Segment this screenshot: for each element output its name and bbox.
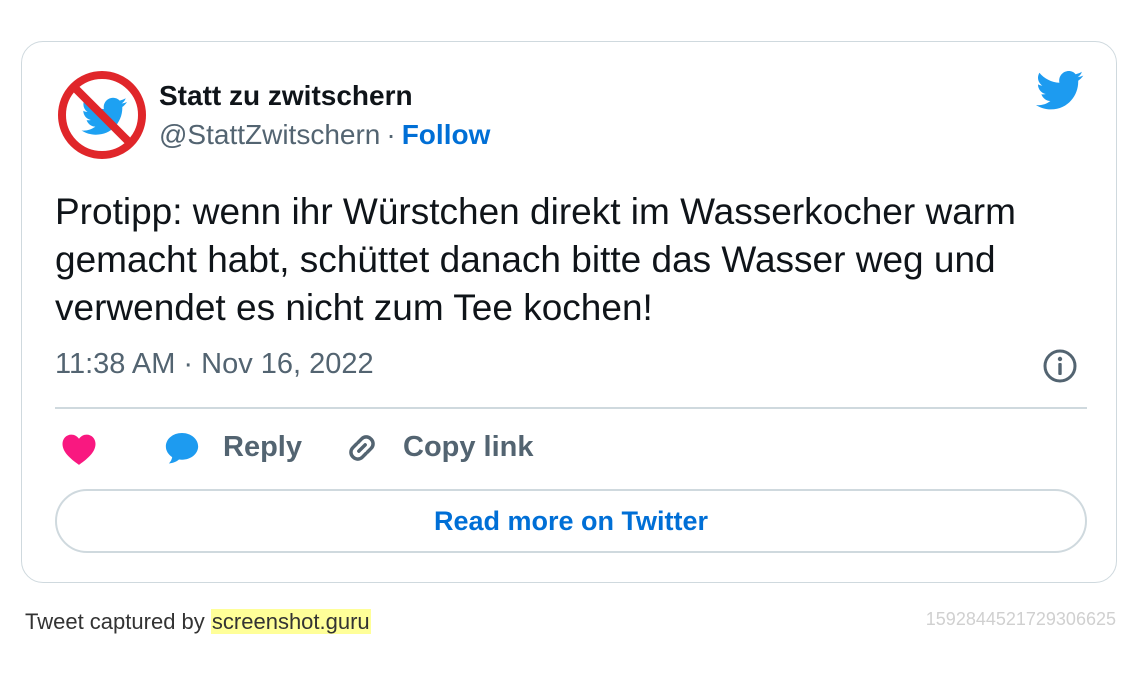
avatar[interactable]	[57, 70, 147, 160]
separator-dot: ·	[386, 119, 396, 150]
captured-by-text: Tweet captured by	[25, 609, 205, 634]
speech-bubble-icon[interactable]	[163, 429, 201, 467]
info-icon[interactable]	[1042, 348, 1078, 384]
link-icon[interactable]	[343, 429, 381, 467]
copy-link-button[interactable]: Copy link	[403, 431, 534, 464]
tweet-card: Statt zu zwitschern @StattZwitschern · Fol…	[21, 41, 1117, 583]
author-name[interactable]: Statt zu zwitschern	[159, 80, 413, 112]
tweet-timestamp[interactable]: 11:38 AM · Nov 16, 2022	[55, 348, 374, 381]
read-more-button[interactable]: Read more on Twitter	[55, 489, 1087, 553]
author-handle[interactable]: @StattZwitschern	[159, 119, 380, 150]
reply-button[interactable]: Reply	[223, 431, 302, 464]
follow-button[interactable]: Follow	[402, 119, 491, 150]
twitter-bird-icon[interactable]	[1036, 70, 1084, 112]
capture-credit: Tweet captured by screenshot.guru	[25, 609, 371, 635]
handle-line: @StattZwitschern · Follow	[159, 119, 490, 151]
tweet-text: Protipp: wenn ihr Würstchen direkt im Wa…	[55, 191, 1016, 328]
tweet-id: 1592844521729306625	[925, 609, 1116, 629]
screenshot-guru-link[interactable]: screenshot.guru	[210, 609, 371, 634]
heart-icon[interactable]	[61, 432, 97, 466]
action-bar: Reply Copy link	[55, 427, 1087, 471]
divider	[55, 407, 1087, 409]
